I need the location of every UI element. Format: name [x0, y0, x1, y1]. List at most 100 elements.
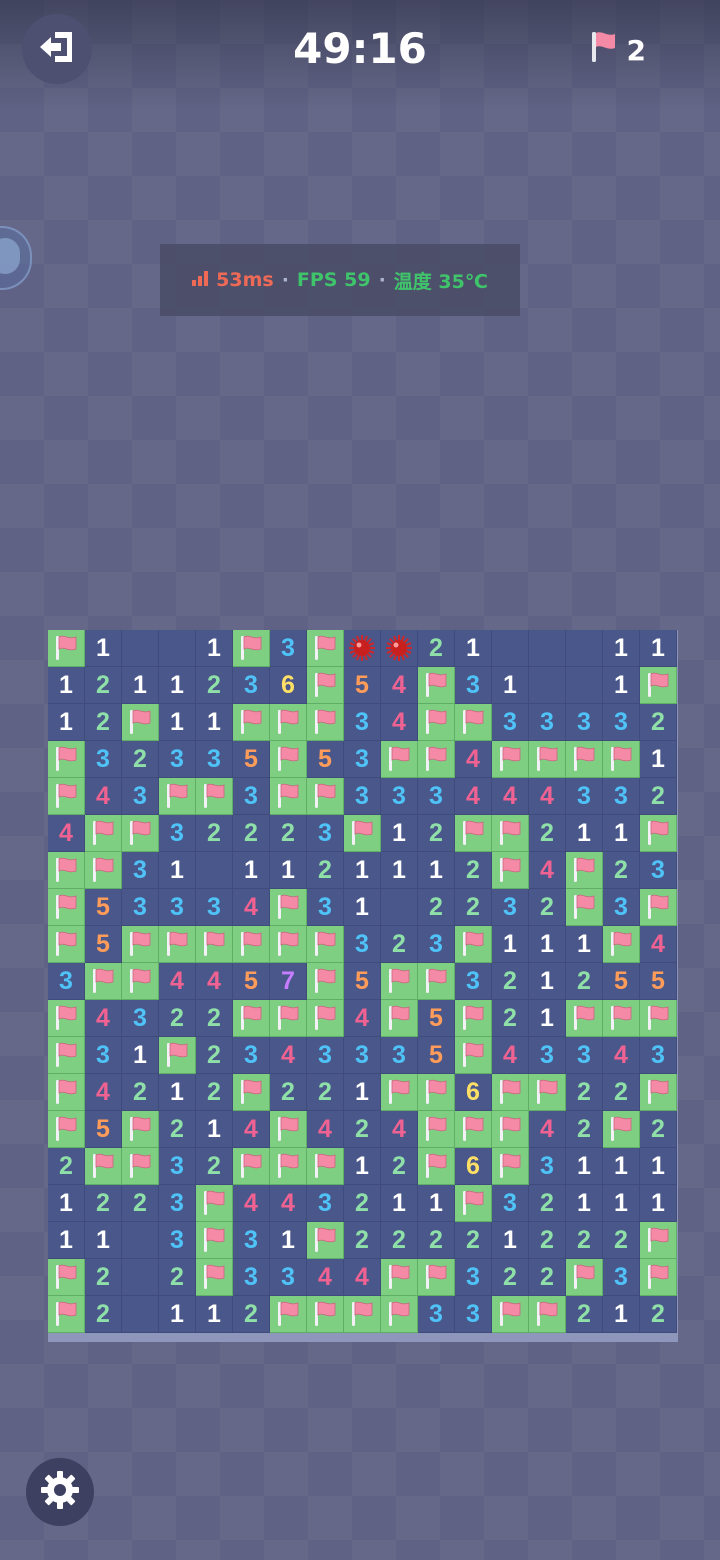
cell-number[interactable]: 1: [381, 1185, 418, 1222]
cell-number[interactable]: 4: [381, 667, 418, 704]
cell-number[interactable]: 2: [603, 1074, 640, 1111]
cell-number[interactable]: 1: [603, 1148, 640, 1185]
cell-empty[interactable]: [122, 630, 159, 667]
cell-flagged[interactable]: [640, 1000, 677, 1037]
cell-number[interactable]: 2: [455, 889, 492, 926]
cell-number[interactable]: 3: [122, 778, 159, 815]
cell-number[interactable]: 1: [455, 630, 492, 667]
cell-flagged[interactable]: [122, 704, 159, 741]
cell-flagged[interactable]: [640, 1222, 677, 1259]
cell-flagged[interactable]: [418, 1259, 455, 1296]
cell-flagged[interactable]: [381, 1296, 418, 1333]
cell-number[interactable]: 2: [85, 1185, 122, 1222]
cell-number[interactable]: 1: [196, 1296, 233, 1333]
cell-flagged[interactable]: [48, 778, 85, 815]
cell-number[interactable]: 2: [418, 1222, 455, 1259]
cell-flagged[interactable]: [418, 741, 455, 778]
cell-number[interactable]: 1: [603, 1185, 640, 1222]
cell-number[interactable]: 3: [307, 815, 344, 852]
cell-number[interactable]: 2: [196, 815, 233, 852]
cell-number[interactable]: 1: [344, 1148, 381, 1185]
cell-flagged[interactable]: [307, 1296, 344, 1333]
cell-number[interactable]: 6: [455, 1074, 492, 1111]
cell-number[interactable]: 6: [455, 1148, 492, 1185]
cell-number[interactable]: 2: [307, 852, 344, 889]
cell-flagged[interactable]: [233, 630, 270, 667]
cell-number[interactable]: 2: [270, 1074, 307, 1111]
cell-number[interactable]: 2: [196, 667, 233, 704]
cell-flagged[interactable]: [270, 1000, 307, 1037]
floating-assistant-bubble[interactable]: [0, 226, 32, 290]
cell-flagged[interactable]: [344, 815, 381, 852]
cell-number[interactable]: 2: [381, 1222, 418, 1259]
cell-number[interactable]: 3: [159, 815, 196, 852]
cell-number[interactable]: 1: [344, 889, 381, 926]
cell-number[interactable]: 4: [307, 1111, 344, 1148]
cell-number[interactable]: 1: [603, 1296, 640, 1333]
cell-number[interactable]: 3: [381, 778, 418, 815]
cell-number[interactable]: 1: [492, 926, 529, 963]
cell-number[interactable]: 2: [85, 1296, 122, 1333]
settings-button[interactable]: [26, 1458, 94, 1526]
cell-number[interactable]: 2: [381, 926, 418, 963]
cell-flagged[interactable]: [492, 1296, 529, 1333]
cell-number[interactable]: 3: [603, 1259, 640, 1296]
cell-number[interactable]: 2: [529, 1185, 566, 1222]
cell-number[interactable]: 1: [85, 630, 122, 667]
cell-flagged[interactable]: [418, 1148, 455, 1185]
cell-number[interactable]: 1: [640, 1148, 677, 1185]
cell-empty[interactable]: [566, 630, 603, 667]
cell-flagged[interactable]: [603, 926, 640, 963]
cell-number[interactable]: 5: [344, 963, 381, 1000]
cell-number[interactable]: 1: [196, 1111, 233, 1148]
cell-number[interactable]: 4: [492, 778, 529, 815]
cell-number[interactable]: 3: [233, 1222, 270, 1259]
cell-flagged[interactable]: [233, 704, 270, 741]
cell-flagged[interactable]: [196, 926, 233, 963]
cell-number[interactable]: 2: [529, 815, 566, 852]
cell-flagged[interactable]: [529, 1074, 566, 1111]
cell-number[interactable]: 4: [307, 1259, 344, 1296]
cell-number[interactable]: 4: [529, 1111, 566, 1148]
cell-number[interactable]: 4: [48, 815, 85, 852]
cell-number[interactable]: 2: [603, 1222, 640, 1259]
cell-flagged[interactable]: [344, 1296, 381, 1333]
cell-number[interactable]: 3: [640, 1037, 677, 1074]
cell-number[interactable]: 1: [418, 1185, 455, 1222]
cell-number[interactable]: 2: [122, 1074, 159, 1111]
cell-number[interactable]: 5: [344, 667, 381, 704]
cell-flagged[interactable]: [381, 1000, 418, 1037]
cell-flagged[interactable]: [307, 1222, 344, 1259]
cell-flagged[interactable]: [640, 667, 677, 704]
cell-number[interactable]: 2: [640, 1111, 677, 1148]
cell-flagged[interactable]: [381, 963, 418, 1000]
cell-flagged[interactable]: [307, 963, 344, 1000]
cell-number[interactable]: 1: [85, 1222, 122, 1259]
cell-flagged[interactable]: [85, 963, 122, 1000]
cell-number[interactable]: 3: [640, 852, 677, 889]
cell-flagged[interactable]: [122, 815, 159, 852]
cell-number[interactable]: 4: [270, 1185, 307, 1222]
cell-number[interactable]: 4: [233, 1111, 270, 1148]
cell-flagged[interactable]: [270, 1111, 307, 1148]
cell-flagged[interactable]: [566, 852, 603, 889]
cell-flagged[interactable]: [85, 1148, 122, 1185]
cell-number[interactable]: 2: [233, 1296, 270, 1333]
cell-number[interactable]: 5: [418, 1037, 455, 1074]
cell-number[interactable]: 4: [344, 1259, 381, 1296]
cell-number[interactable]: 2: [196, 1148, 233, 1185]
cell-flagged[interactable]: [566, 1000, 603, 1037]
cell-number[interactable]: 1: [529, 926, 566, 963]
cell-number[interactable]: 1: [529, 1000, 566, 1037]
cell-empty[interactable]: [492, 630, 529, 667]
cell-number[interactable]: 3: [307, 1185, 344, 1222]
cell-number[interactable]: 1: [566, 1185, 603, 1222]
cell-number[interactable]: 3: [529, 704, 566, 741]
cell-number[interactable]: 1: [48, 704, 85, 741]
cell-flagged[interactable]: [603, 1000, 640, 1037]
cell-number[interactable]: 3: [159, 1222, 196, 1259]
cell-flagged[interactable]: [418, 667, 455, 704]
cell-number[interactable]: 2: [85, 1259, 122, 1296]
cell-number[interactable]: 2: [640, 778, 677, 815]
cell-number[interactable]: 4: [381, 704, 418, 741]
